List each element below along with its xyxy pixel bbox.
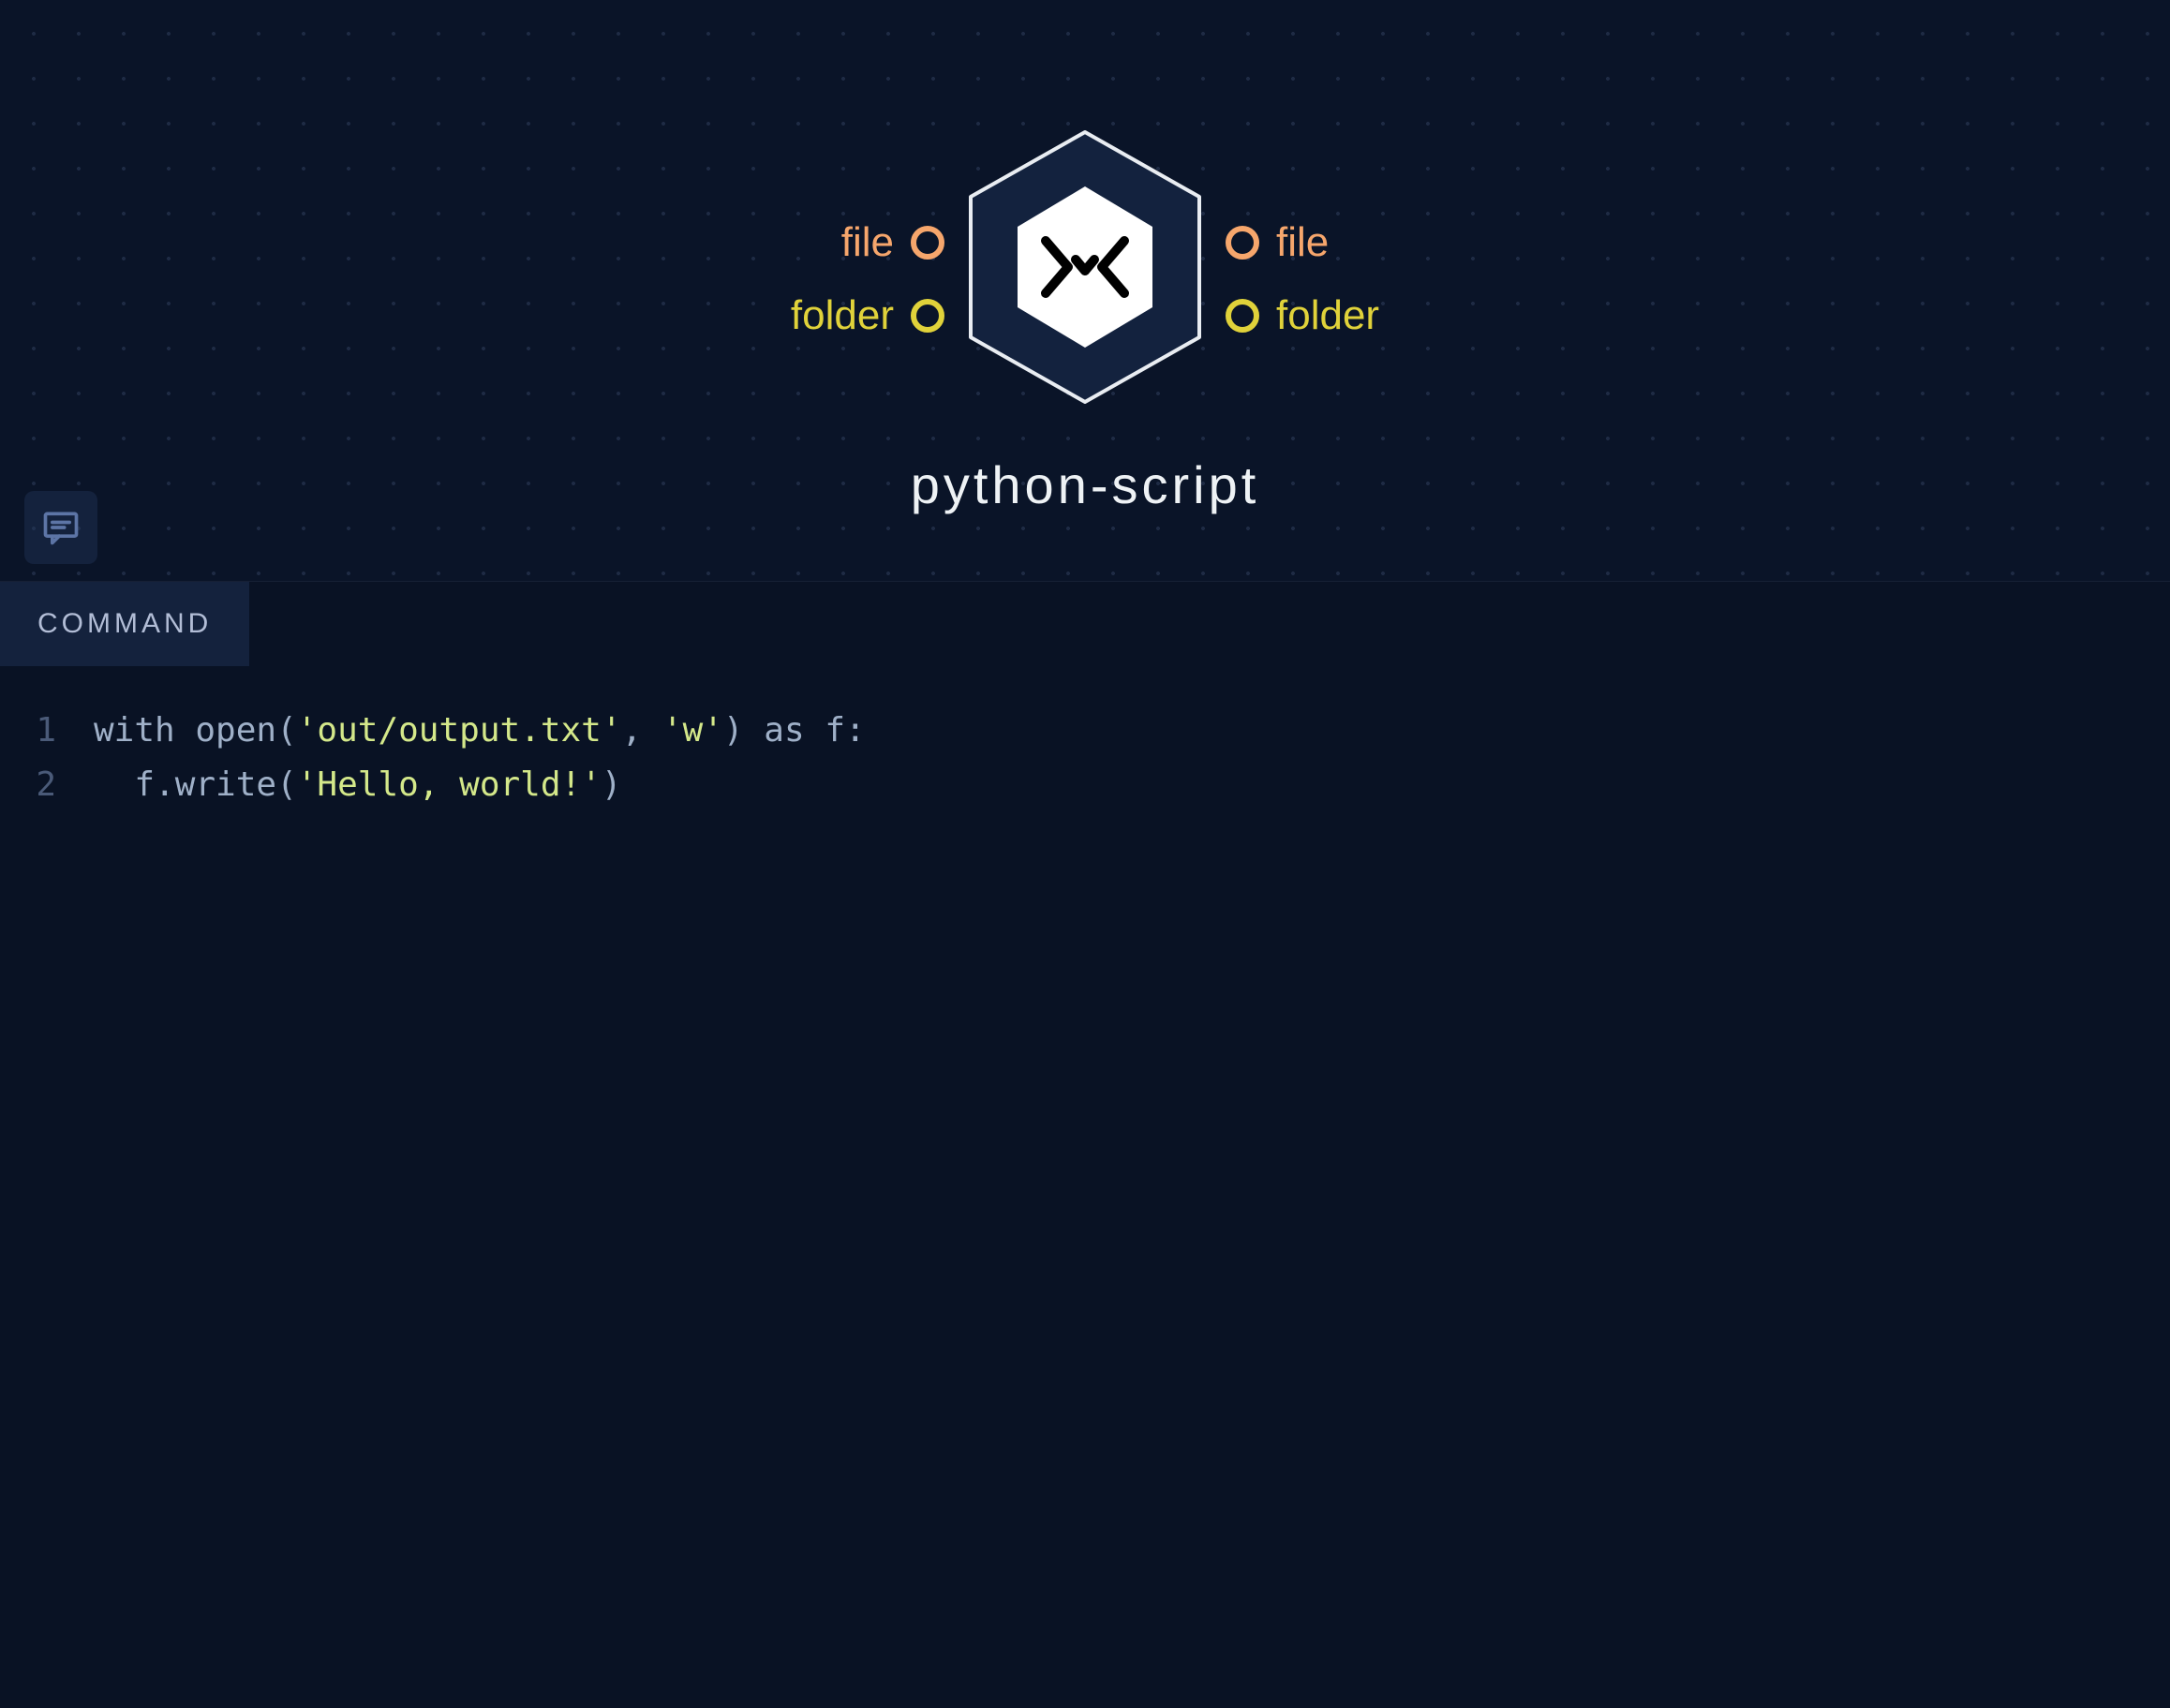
node-canvas[interactable]: file folder file folder pyth	[0, 0, 2170, 581]
port-handle-icon[interactable]	[911, 226, 944, 260]
editor-panel: COMMAND 1with open('out/output.txt', 'w'…	[0, 581, 2170, 1708]
input-port-file[interactable]: file	[841, 219, 944, 266]
comment-button[interactable]	[24, 491, 97, 564]
input-ports: file folder	[791, 219, 944, 339]
output-port-file[interactable]: file	[1226, 219, 1329, 266]
port-handle-icon[interactable]	[911, 299, 944, 333]
code-line[interactable]: 2 f.write('Hello, world!')	[19, 758, 2151, 812]
port-label: folder	[1276, 292, 1379, 339]
input-port-folder[interactable]: folder	[791, 292, 944, 339]
tab-command[interactable]: COMMAND	[0, 582, 249, 666]
port-label: file	[1276, 219, 1329, 266]
comment-icon	[40, 507, 82, 548]
port-handle-icon[interactable]	[1226, 299, 1259, 333]
node-python-script[interactable]	[963, 126, 1207, 408]
code-content[interactable]: with open('out/output.txt', 'w') as f:	[94, 704, 866, 758]
node-hexagon-icon	[963, 126, 1207, 408]
code-editor[interactable]: 1with open('out/output.txt', 'w') as f:2…	[0, 666, 2170, 1708]
line-number: 2	[19, 758, 94, 812]
code-content[interactable]: f.write('Hello, world!')	[94, 758, 622, 812]
code-line[interactable]: 1with open('out/output.txt', 'w') as f:	[19, 704, 2151, 758]
editor-tabs: COMMAND	[0, 582, 2170, 666]
port-label: folder	[791, 292, 894, 339]
output-port-folder[interactable]: folder	[1226, 292, 1379, 339]
output-ports: file folder	[1226, 219, 1379, 339]
port-label: file	[841, 219, 894, 266]
port-handle-icon[interactable]	[1226, 226, 1259, 260]
line-number: 1	[19, 704, 94, 758]
node-title: python-script	[911, 454, 1260, 515]
